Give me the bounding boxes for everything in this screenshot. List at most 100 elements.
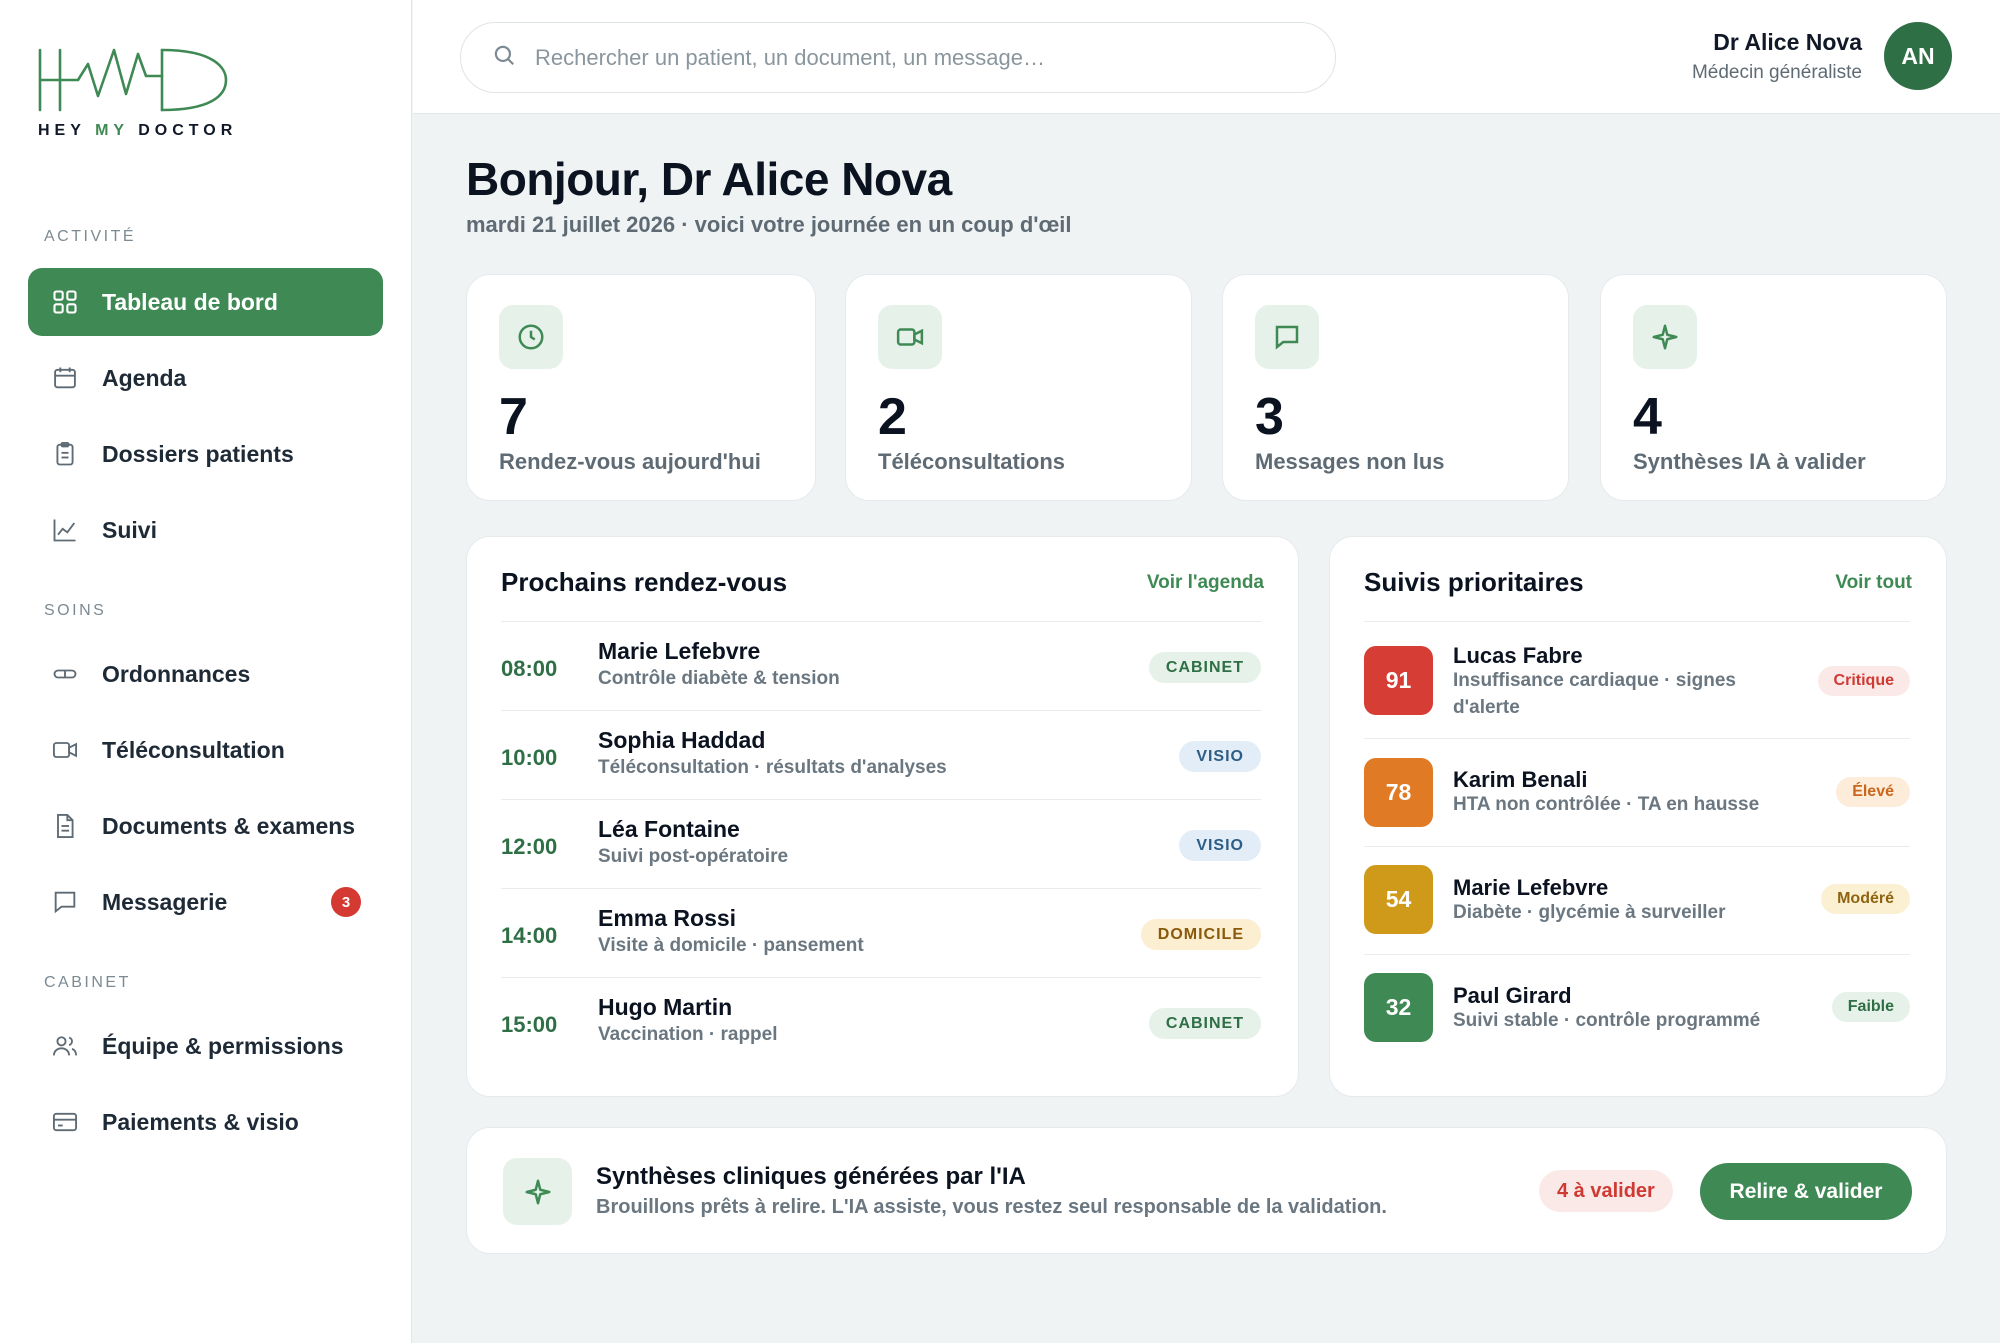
appointment-type-badge: CABINET bbox=[1148, 652, 1261, 683]
panel-title: Prochains rendez-vous bbox=[501, 567, 788, 597]
nav-item-paiements-visio[interactable]: Paiements & visio bbox=[28, 1088, 383, 1156]
stat-card-rendez-vous[interactable]: 7 Rendez-vous aujourd'hui bbox=[466, 274, 816, 501]
stat-card-teleconsultations[interactable]: 2 Téléconsultations bbox=[845, 274, 1192, 501]
priority-row[interactable]: 54 Marie Lefebvre Diabète · glycémie à s… bbox=[1364, 846, 1910, 954]
stat-card-messages[interactable]: 3 Messages non lus bbox=[1222, 274, 1569, 501]
patient-name: Marie Lefebvre bbox=[1453, 875, 1609, 900]
nav-item-tableau-de-bord[interactable]: Tableau de bord bbox=[28, 268, 383, 336]
stat-label: Rendez-vous aujourd'hui bbox=[499, 449, 761, 474]
search-bar[interactable] bbox=[460, 22, 1336, 93]
grid-icon bbox=[50, 287, 80, 317]
document-icon bbox=[50, 811, 80, 841]
nav-item-label: Documents & examens bbox=[102, 812, 356, 839]
nav-item-label: Dossiers patients bbox=[102, 440, 294, 467]
nav-item-label: Équipe & permissions bbox=[102, 1032, 344, 1059]
priority-row[interactable]: 32 Paul Girard Suivi stable · contrôle p… bbox=[1364, 954, 1910, 1062]
appointment-row[interactable]: 14:00 Emma Rossi Visite à domicile · pan… bbox=[501, 888, 1261, 977]
page-title: Bonjour, Dr Alice Nova bbox=[466, 153, 952, 205]
nav-item-label: Messagerie bbox=[102, 888, 228, 915]
ai-syntheses-banner: Synthèses cliniques générées par l'IA Br… bbox=[466, 1127, 1947, 1254]
nav-item-equipe-permissions[interactable]: Équipe & permissions bbox=[28, 1012, 383, 1080]
nav-item-label: Ordonnances bbox=[102, 660, 251, 687]
stat-label: Téléconsultations bbox=[878, 449, 1066, 474]
view-all-link[interactable]: Voir tout bbox=[1835, 572, 1912, 594]
patient-name: Paul Girard bbox=[1453, 983, 1572, 1008]
pending-count-badge: 4 à valider bbox=[1539, 1170, 1673, 1212]
appointment-row[interactable]: 12:00 Léa Fontaine Suivi post-opératoire… bbox=[501, 799, 1261, 888]
risk-score: 91 bbox=[1364, 646, 1433, 715]
nav-item-agenda[interactable]: Agenda bbox=[28, 344, 383, 412]
priority-followups-panel: Suivis prioritaires Voir tout 91 Lucas F… bbox=[1329, 536, 1947, 1097]
section-label-soins: SOINS bbox=[44, 602, 107, 619]
priority-level-badge: Faible bbox=[1831, 992, 1910, 1022]
appointment-time: 15:00 bbox=[501, 1012, 558, 1037]
appointment-type-badge: DOMICILE bbox=[1140, 919, 1261, 950]
appointments-panel: Prochains rendez-vous Voir l'agenda 08:0… bbox=[466, 536, 1299, 1097]
appointment-row[interactable]: 10:00 Sophia Haddad Téléconsultation · r… bbox=[501, 710, 1261, 799]
brand-name: HEY MY DOCTOR bbox=[38, 122, 238, 139]
condition-summary: Diabète · glycémie à surveiller bbox=[1453, 902, 1726, 923]
appointment-type-badge: VISIO bbox=[1179, 830, 1261, 861]
panel-title: Suivis prioritaires bbox=[1364, 567, 1584, 597]
stat-value: 7 bbox=[499, 388, 528, 446]
nav-item-label: Tableau de bord bbox=[102, 288, 278, 315]
appointment-reason: Téléconsultation · résultats d'analyses bbox=[598, 757, 947, 778]
appointment-reason: Suivi post-opératoire bbox=[598, 846, 789, 867]
risk-score: 32 bbox=[1364, 973, 1433, 1042]
sparkle-icon bbox=[1633, 305, 1697, 369]
view-agenda-link[interactable]: Voir l'agenda bbox=[1147, 572, 1264, 594]
priority-row[interactable]: 91 Lucas Fabre Insuffisance cardiaque · … bbox=[1364, 621, 1910, 738]
user-menu[interactable]: Dr Alice Nova Médecin généraliste AN bbox=[1692, 22, 1952, 90]
priority-level-badge: Critique bbox=[1817, 666, 1910, 696]
appointment-row[interactable]: 08:00 Marie Lefebvre Contrôle diabète & … bbox=[501, 621, 1261, 710]
sparkle-icon bbox=[503, 1158, 572, 1225]
stat-card-syntheses-ia[interactable]: 4 Synthèses IA à valider bbox=[1600, 274, 1947, 501]
pill-icon bbox=[50, 659, 80, 689]
video-icon bbox=[50, 735, 80, 765]
appointment-type-badge: CABINET bbox=[1148, 1008, 1261, 1039]
user-role: Médecin généraliste bbox=[1691, 61, 1862, 83]
nav-item-dossiers-patients[interactable]: Dossiers patients bbox=[28, 420, 383, 488]
nav-item-documents-examens[interactable]: Documents & examens bbox=[28, 792, 383, 860]
video-icon bbox=[878, 305, 942, 369]
patient-name: Lucas Fabre bbox=[1453, 643, 1583, 668]
nav-item-suivi[interactable]: Suivi bbox=[28, 496, 383, 564]
section-label-activite: ACTIVITÉ bbox=[44, 228, 137, 245]
users-icon bbox=[50, 1031, 80, 1061]
appointment-row[interactable]: 15:00 Hugo Martin Vaccination · rappel C… bbox=[501, 977, 1261, 1066]
appointment-reason: Visite à domicile · pansement bbox=[598, 935, 864, 956]
risk-score: 78 bbox=[1364, 758, 1433, 827]
section-label-cabinet: CABINET bbox=[44, 974, 131, 991]
message-icon bbox=[50, 887, 80, 917]
appointment-reason: Contrôle diabète & tension bbox=[598, 668, 840, 689]
message-icon bbox=[1255, 305, 1319, 369]
calendar-icon bbox=[50, 363, 80, 393]
appointment-time: 14:00 bbox=[501, 923, 558, 948]
stat-value: 4 bbox=[1633, 388, 1662, 446]
patient-name: Hugo Martin bbox=[598, 994, 733, 1020]
avatar[interactable]: AN bbox=[1884, 22, 1952, 90]
priority-row[interactable]: 78 Karim Benali HTA non contrôlée · TA e… bbox=[1364, 738, 1910, 846]
appointment-time: 10:00 bbox=[501, 745, 558, 770]
stat-value: 2 bbox=[878, 388, 907, 446]
nav-item-messagerie[interactable]: Messagerie 3 bbox=[28, 868, 383, 936]
appointment-reason: Vaccination · rappel bbox=[598, 1024, 778, 1045]
banner-title: Synthèses cliniques générées par l'IA bbox=[596, 1163, 1026, 1190]
search-input[interactable] bbox=[535, 44, 1295, 71]
stat-label: Synthèses IA à valider bbox=[1633, 449, 1866, 474]
clipboard-icon bbox=[50, 439, 80, 469]
search-icon bbox=[491, 42, 535, 73]
priority-level-badge: Modéré bbox=[1821, 884, 1910, 914]
patient-name: Léa Fontaine bbox=[598, 816, 740, 842]
nav-item-ordonnances[interactable]: Ordonnances bbox=[28, 640, 383, 708]
nav-item-teleconsultation[interactable]: Téléconsultation bbox=[28, 716, 383, 784]
appointment-type-badge: VISIO bbox=[1179, 741, 1261, 772]
unread-count-badge: 3 bbox=[331, 887, 361, 917]
review-validate-button[interactable]: Relire & valider bbox=[1700, 1163, 1912, 1220]
credit-card-icon bbox=[50, 1107, 80, 1137]
banner-description: Brouillons prêts à relire. L'IA assiste,… bbox=[596, 1196, 1387, 1218]
chart-icon bbox=[50, 515, 80, 545]
top-header: Dr Alice Nova Médecin généraliste AN bbox=[413, 0, 2000, 114]
patient-name: Sophia Haddad bbox=[598, 727, 766, 753]
brand-logo[interactable]: HEY MY DOCTOR bbox=[38, 46, 237, 140]
